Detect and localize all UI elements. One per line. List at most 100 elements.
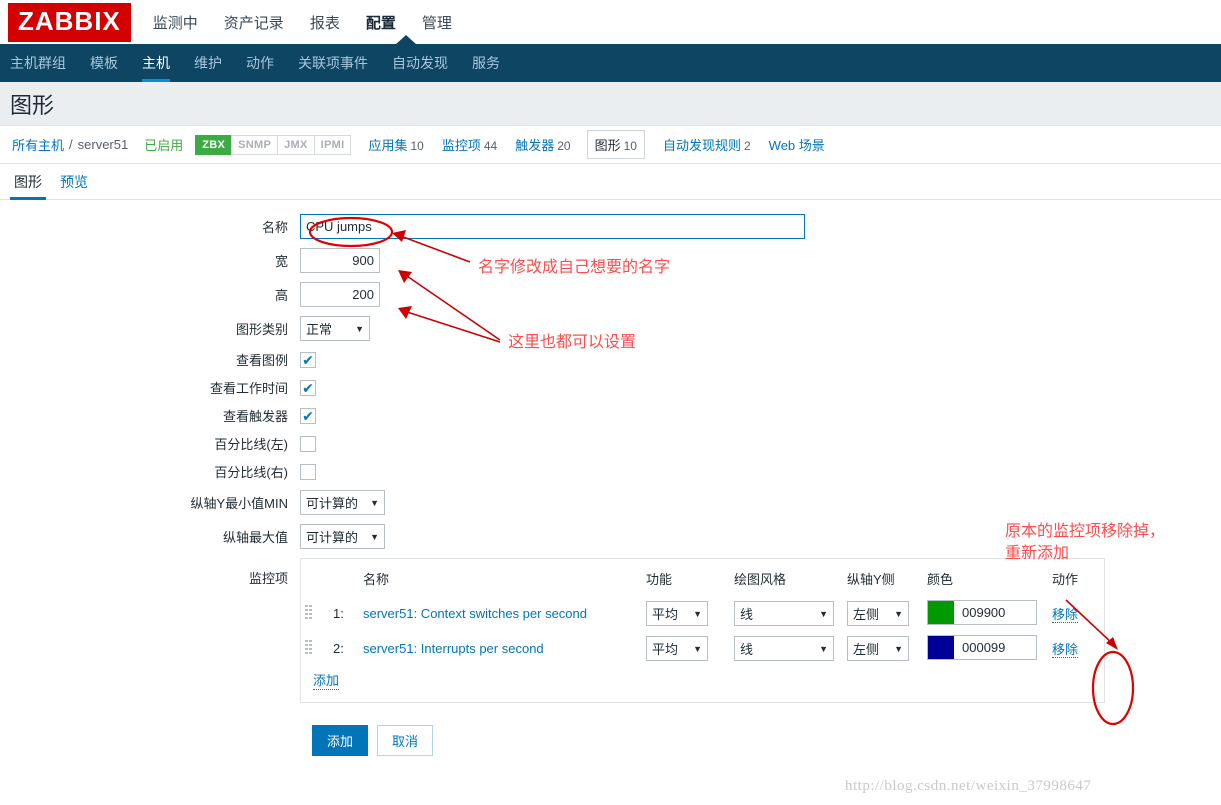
th-y-side: 纵轴Y侧 (847, 572, 895, 587)
cell-name: server51: Context switches per second (359, 596, 642, 631)
badge-snmp: SNMP (231, 134, 279, 155)
item-y-side-value: 左侧 (853, 607, 880, 622)
page-title: 图形 (10, 92, 55, 118)
item-color-picker[interactable]: 000099 (927, 635, 1037, 660)
graph-name-input[interactable] (300, 214, 805, 239)
zabbix-logo[interactable]: ZABBIX (8, 2, 131, 42)
item-y-side-select[interactable]: 左侧 ▼ (847, 636, 909, 661)
top-header: ZABBIX 监测中 资产记录 报表 配置 管理 (0, 0, 1221, 44)
item-draw-style-select[interactable]: 线 ▼ (734, 601, 834, 626)
drag-handle-icon[interactable] (305, 639, 312, 655)
show-triggers-checkbox[interactable]: ✔ (300, 407, 316, 424)
nav-item-reports[interactable]: 报表 (310, 12, 340, 33)
item-name-link[interactable]: server51: Context switches per second (363, 606, 587, 621)
th-function: 功能 (646, 572, 673, 587)
item-y-side-value: 左侧 (853, 642, 880, 657)
badge-ipmi: IPMI (313, 134, 352, 155)
nav-item-administration[interactable]: 管理 (422, 12, 452, 33)
field-row-percentile-right: 百分比线(右) (0, 462, 1221, 481)
nav-item-inventory[interactable]: 资产记录 (224, 12, 284, 33)
remove-item-link[interactable]: 移除 (1052, 642, 1079, 658)
field-row-y-min: 纵轴Y最小值MIN 可计算的 ▼ (0, 490, 1221, 515)
subnav-item-event-correlation[interactable]: 关联项事件 (298, 44, 368, 82)
item-function-value: 平均 (652, 642, 679, 657)
cell-draw-style: 线 ▼ (730, 631, 843, 666)
breadcrumb-triggers[interactable]: 触发器 20 (515, 135, 570, 154)
chevron-down-icon: ▼ (819, 608, 828, 619)
show-working-time-checkbox[interactable]: ✔ (300, 379, 316, 396)
interface-badges: ZBX SNMP JMX IPMI (195, 134, 352, 155)
submit-button[interactable]: 添加 (312, 725, 369, 756)
check-icon: ✔ (302, 351, 314, 368)
cell-function: 平均 ▼ (642, 596, 730, 631)
breadcrumb-discovery-rules-count: 2 (743, 139, 751, 153)
cell-drag (301, 631, 329, 666)
breadcrumb-discovery-rules[interactable]: 自动发现规则 2 (663, 135, 751, 154)
breadcrumb-all-hosts[interactable]: 所有主机 (12, 135, 64, 154)
item-color-picker[interactable]: 009900 (927, 600, 1037, 625)
control-items: 名称 功能 绘图风格 纵轴Y侧 颜色 动作 1: server51: Conte… (300, 558, 1105, 703)
add-item-link[interactable]: 添加 (313, 670, 340, 690)
field-row-height: 高 (0, 282, 1221, 307)
item-index: 2: (333, 641, 344, 656)
breadcrumb-triggers-count: 20 (557, 139, 571, 153)
subnav-item-hosts[interactable]: 主机 (142, 44, 170, 82)
graph-height-input[interactable] (300, 282, 380, 307)
remove-item-link[interactable]: 移除 (1052, 607, 1079, 623)
breadcrumb-graphs-count: 10 (623, 139, 637, 153)
control-name (300, 214, 805, 239)
cell-draw-style: 线 ▼ (730, 596, 843, 631)
subnav-item-host-groups[interactable]: 主机群组 (10, 44, 66, 82)
item-color-value: 009900 (962, 605, 1006, 620)
items-table-header-row: 名称 功能 绘图风格 纵轴Y侧 颜色 动作 (301, 563, 1104, 596)
y-min-select[interactable]: 可计算的 ▼ (300, 490, 385, 515)
item-function-select[interactable]: 平均 ▼ (646, 636, 708, 661)
graph-form: 名称 宽 高 图形类别 正常 ▼ (0, 200, 1221, 756)
control-height (300, 282, 380, 307)
drag-handle-icon[interactable] (305, 604, 312, 620)
breadcrumb-items[interactable]: 监控项 44 (442, 135, 497, 154)
subnav-item-services[interactable]: 服务 (472, 44, 500, 82)
chevron-down-icon: ▼ (693, 643, 702, 654)
secondary-nav: 主机群组 模板 主机 维护 动作 关联项事件 自动发现 服务 (0, 35, 1221, 82)
cell-add: 添加 (301, 666, 1104, 694)
cancel-button[interactable]: 取消 (377, 725, 434, 756)
subnav-item-templates[interactable]: 模板 (90, 44, 118, 82)
watermark-text: http://blog.csdn.net/weixin_37998647 (845, 778, 1092, 794)
form-tabbar: 图形 预览 (0, 164, 1221, 200)
cell-index: 2: (329, 631, 359, 666)
cell-color: 009900 (923, 596, 1048, 631)
nav-item-configuration[interactable]: 配置 (366, 12, 396, 33)
graph-width-input[interactable] (300, 248, 380, 273)
item-draw-style-select[interactable]: 线 ▼ (734, 636, 834, 661)
breadcrumb-graphs[interactable]: 图形 10 (586, 130, 645, 159)
graph-type-select[interactable]: 正常 ▼ (300, 316, 370, 341)
y-max-select[interactable]: 可计算的 ▼ (300, 524, 385, 549)
show-legend-checkbox[interactable]: ✔ (300, 351, 316, 368)
items-table-container: 名称 功能 绘图风格 纵轴Y侧 颜色 动作 1: server51: Conte… (300, 558, 1105, 703)
chevron-down-icon: ▼ (370, 497, 379, 508)
host-status-badge: 已启用 (144, 138, 184, 153)
item-y-side-select[interactable]: 左侧 ▼ (847, 601, 909, 626)
breadcrumb-web-scenarios[interactable]: Web 场景 (769, 135, 825, 154)
breadcrumb-separator: / (69, 137, 73, 152)
form-footer: 添加 取消 (0, 725, 1221, 756)
item-color-value: 000099 (962, 640, 1006, 655)
percentile-left-checkbox[interactable] (300, 435, 316, 452)
nav-item-monitoring[interactable]: 监测中 (153, 12, 198, 33)
breadcrumb-web-scenarios-label: Web 场景 (768, 138, 825, 153)
field-row-items: 监控项 名称 功能 绘图风格 纵轴Y侧 颜色 动作 1: server51: C… (0, 558, 1221, 703)
subnav-item-maintenance[interactable]: 维护 (194, 44, 222, 82)
breadcrumb-applications[interactable]: 应用集 10 (368, 135, 423, 154)
field-row-show-legend: 查看图例 ✔ (0, 350, 1221, 369)
percentile-right-checkbox[interactable] (300, 463, 316, 480)
tab-preview[interactable]: 预览 (60, 172, 88, 199)
tab-graph[interactable]: 图形 (10, 172, 46, 200)
item-name-link[interactable]: server51: Interrupts per second (363, 641, 544, 656)
item-function-select[interactable]: 平均 ▼ (646, 601, 708, 626)
control-width (300, 248, 380, 273)
field-row-show-triggers: 查看触发器 ✔ (0, 406, 1221, 425)
subnav-item-actions[interactable]: 动作 (246, 44, 274, 82)
subnav-item-discovery[interactable]: 自动发现 (392, 44, 448, 82)
item-function-value: 平均 (652, 607, 679, 622)
